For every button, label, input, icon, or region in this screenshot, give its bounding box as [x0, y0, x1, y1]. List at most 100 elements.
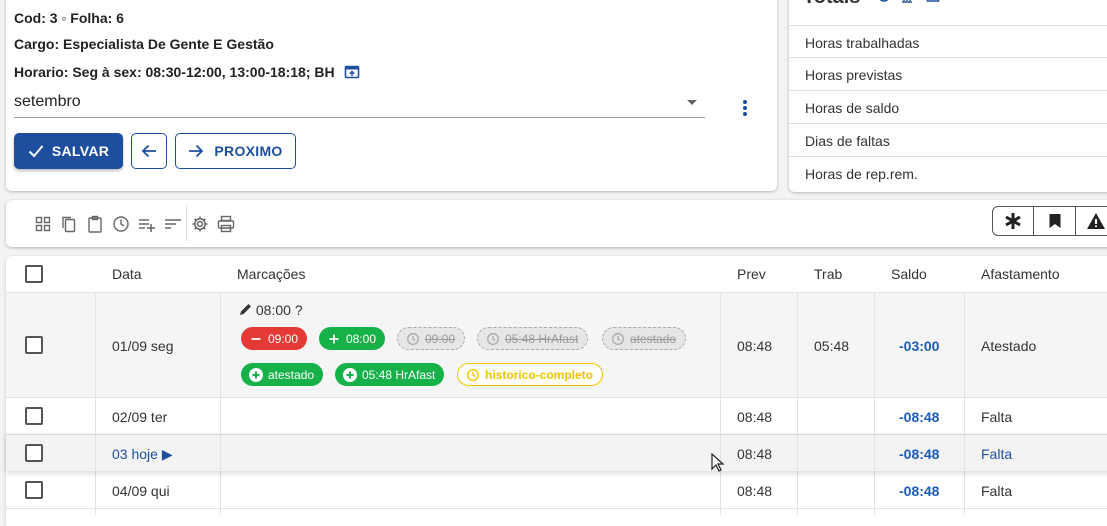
month-select[interactable]: setembro — [14, 90, 705, 118]
arrow-right-icon — [189, 144, 204, 158]
row-prev: 08:48 — [737, 446, 773, 462]
next-button-label: PROXIMO — [214, 143, 283, 159]
mouse-cursor-icon — [711, 452, 725, 478]
more-options-icon[interactable] — [740, 100, 750, 120]
chip-history-hrafast[interactable]: 05:48 HrAfast — [477, 327, 589, 350]
printer-icon[interactable] — [217, 215, 235, 233]
row-checkbox[interactable] — [25, 444, 43, 462]
chart-icon[interactable] — [901, 0, 913, 8]
chip-history-atestado[interactable]: atestado — [602, 327, 687, 350]
row-date[interactable]: 02/09 ter — [112, 409, 167, 425]
row-prev: 08:48 — [737, 338, 773, 354]
header-prev[interactable]: Prev — [737, 266, 766, 282]
playlist-add-icon[interactable] — [138, 215, 156, 233]
totals-row-horas-rep-rem: Horas de rep.rem. — [805, 166, 918, 182]
row-divider — [6, 397, 1107, 398]
select-all-checkbox[interactable] — [25, 265, 43, 283]
col-divider — [874, 293, 875, 397]
employee-cargo: Cargo: Especialista De Gente E Gestão — [14, 36, 274, 52]
plus-icon — [327, 332, 341, 346]
totals-row-dias-faltas: Dias de faltas — [789, 124, 1107, 157]
row-date[interactable]: 01/09 seg — [112, 338, 174, 354]
col-divider — [95, 435, 96, 471]
row-saldo: -08:48 — [899, 446, 940, 462]
clock-icon[interactable] — [112, 215, 130, 233]
save-button-label: SALVAR — [51, 143, 110, 159]
check-icon — [28, 145, 44, 158]
col-divider — [797, 293, 798, 397]
plus-circle-icon — [343, 367, 357, 382]
row-date-today[interactable]: 03 hoje ▶ — [112, 446, 173, 463]
totals-title: Totais — [803, 0, 860, 9]
row-checkbox[interactable] — [25, 407, 43, 425]
col-divider — [220, 435, 221, 471]
row-saldo: -08:48 — [899, 409, 940, 425]
row-trab: 05:48 — [814, 338, 850, 354]
totals-row-horas-previstas: Horas previstas — [789, 58, 1107, 91]
row-divider — [6, 508, 1107, 509]
header-marcacoes[interactable]: Marcações — [237, 266, 305, 282]
row-afastamento: Atestado — [981, 338, 1037, 354]
minus-circle-icon — [249, 332, 263, 346]
pencil-icon — [240, 304, 251, 315]
col-divider — [95, 293, 96, 397]
header-trab[interactable]: Trab — [814, 266, 842, 282]
warning-icon[interactable] — [1076, 207, 1107, 235]
header-data[interactable]: Data — [112, 266, 142, 282]
next-button[interactable]: PROXIMO — [175, 133, 296, 169]
row-checkbox[interactable] — [25, 336, 43, 354]
gear-icon[interactable] — [191, 215, 209, 233]
chip-historico-completo[interactable]: historico-completo — [457, 363, 604, 386]
open-schedule-icon[interactable] — [344, 64, 360, 83]
calendar-icon[interactable] — [926, 0, 940, 8]
clipboard-icon[interactable] — [86, 215, 104, 233]
previous-button[interactable] — [131, 133, 167, 169]
row-saldo: -08:48 — [899, 483, 940, 499]
col-divider — [964, 435, 965, 471]
totals-row-horas-saldo: Horas de saldo — [789, 91, 1107, 124]
row-date[interactable]: 04/09 qui — [112, 483, 170, 499]
history-icon — [406, 332, 420, 346]
edit-note-text: 08:00 ? — [255, 302, 303, 318]
col-divider — [964, 293, 965, 397]
grid-icon[interactable] — [34, 215, 52, 233]
month-select-value: setembro — [14, 93, 81, 110]
col-divider — [797, 435, 798, 471]
row-prev: 08:48 — [737, 409, 773, 425]
header-afastamento[interactable]: Afastamento — [981, 266, 1060, 282]
row-afastamento: Falta — [981, 483, 1013, 499]
refresh-icon[interactable] — [877, 0, 891, 8]
edit-note[interactable]: 08:00 ? — [239, 302, 303, 318]
chevron-down-icon — [687, 100, 697, 105]
chip-atestado[interactable]: atestado — [241, 363, 324, 386]
employee-horario: Horario: Seg à sex: 08:30-12:00, 13:00-1… — [14, 64, 360, 83]
header-saldo[interactable]: Saldo — [891, 266, 927, 282]
bookmark-icon[interactable] — [1034, 207, 1076, 235]
history-icon — [611, 332, 625, 346]
chip-added-punch[interactable]: 08:00 — [319, 327, 386, 350]
plus-circle-icon — [249, 367, 263, 382]
row-prev: 08:48 — [737, 483, 773, 499]
copy-icon[interactable] — [60, 215, 78, 233]
arrow-left-icon — [141, 144, 156, 158]
chip-removed-punch[interactable]: 09:00 — [241, 327, 308, 350]
sort-icon[interactable] — [164, 215, 182, 233]
toolbar-divider — [186, 205, 187, 241]
col-divider — [720, 293, 721, 397]
row-afastamento: Falta — [981, 446, 1013, 462]
col-divider — [874, 435, 875, 471]
totals-card: Totais Horas trabalhadas Horas previstas… — [789, 0, 1107, 192]
chip-history-punch[interactable]: 09:00 — [397, 327, 466, 350]
filter-toggle-group — [992, 206, 1107, 236]
save-button[interactable]: SALVAR — [14, 133, 123, 169]
totals-row-horas-trabalhadas: Horas trabalhadas — [789, 25, 1107, 58]
row-checkbox[interactable] — [25, 481, 43, 499]
horario-text: Horario: Seg à sex: 08:30-12:00, 13:00-1… — [14, 64, 335, 80]
row-saldo: -03:00 — [899, 338, 940, 354]
chip-hrafast[interactable]: 05:48 HrAfast — [335, 363, 445, 386]
history-icon — [466, 368, 480, 382]
row-afastamento: Falta — [981, 409, 1013, 425]
employee-cod-folha: Cod: 3 ◦ Folha: 6 — [14, 10, 124, 26]
asterisk-icon[interactable] — [993, 207, 1034, 235]
col-divider — [220, 293, 221, 397]
